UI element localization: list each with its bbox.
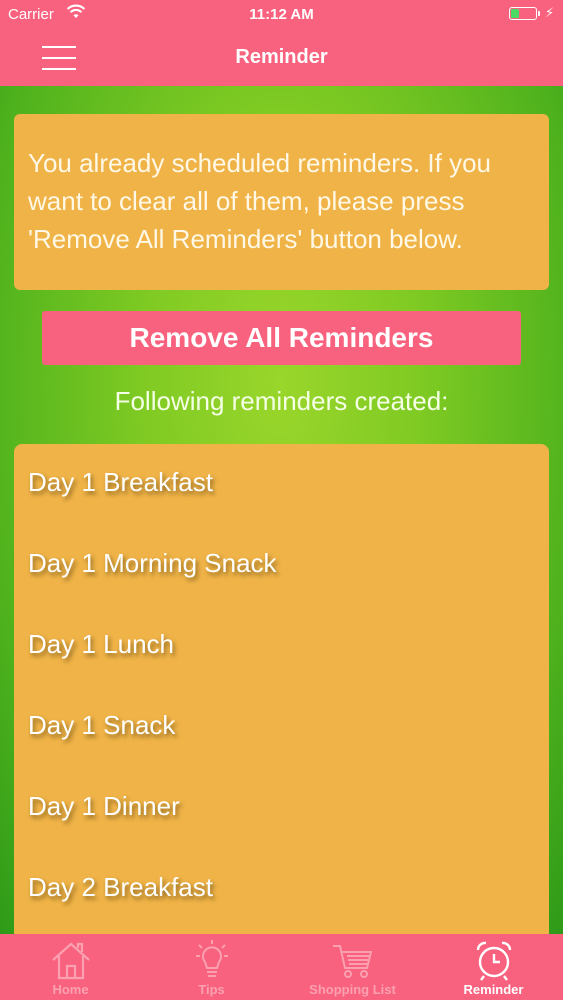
tab-label: Reminder bbox=[463, 982, 524, 997]
lightbulb-icon bbox=[195, 940, 228, 977]
main-content: You already scheduled reminders. If you … bbox=[0, 86, 563, 934]
list-item[interactable]: Day 1 Dinner bbox=[14, 768, 549, 849]
tab-reminder[interactable]: Reminder bbox=[423, 934, 563, 1000]
tab-label: Shopping List bbox=[309, 982, 396, 997]
status-bar: Carrier 11:12 AM ⚡ bbox=[0, 0, 563, 30]
status-time: 11:12 AM bbox=[249, 6, 314, 23]
list-item[interactable]: Day 1 Lunch bbox=[14, 606, 549, 687]
cart-icon bbox=[332, 945, 372, 978]
remove-all-reminders-button[interactable]: Remove All Reminders bbox=[42, 311, 521, 365]
charging-icon: ⚡ bbox=[545, 5, 555, 20]
list-item[interactable]: Day 2 Breakfast bbox=[14, 849, 549, 930]
tab-label: Tips bbox=[198, 982, 225, 997]
home-icon bbox=[51, 942, 90, 980]
list-item[interactable]: Day 1 Snack bbox=[14, 687, 549, 768]
reminder-list: Day 1 Breakfast Day 1 Morning Snack Day … bbox=[14, 444, 549, 934]
nav-bar: Reminder bbox=[0, 30, 563, 86]
alarm-clock-icon bbox=[476, 941, 511, 981]
tab-home[interactable]: Home bbox=[0, 934, 141, 1000]
battery-icon bbox=[509, 7, 540, 20]
list-item[interactable]: Day 1 Morning Snack bbox=[14, 525, 549, 606]
tab-bar: Home Tips Shopping List Reminder bbox=[0, 934, 563, 1000]
tab-label: Home bbox=[52, 982, 89, 997]
tab-tips[interactable]: Tips bbox=[141, 934, 282, 1000]
list-heading: Following reminders created: bbox=[114, 386, 449, 416]
page-title: Reminder bbox=[235, 46, 328, 68]
tab-shopping-list[interactable]: Shopping List bbox=[282, 934, 423, 1000]
list-item[interactable]: Day 1 Breakfast bbox=[14, 444, 549, 525]
info-message: You already scheduled reminders. If you … bbox=[14, 114, 549, 290]
